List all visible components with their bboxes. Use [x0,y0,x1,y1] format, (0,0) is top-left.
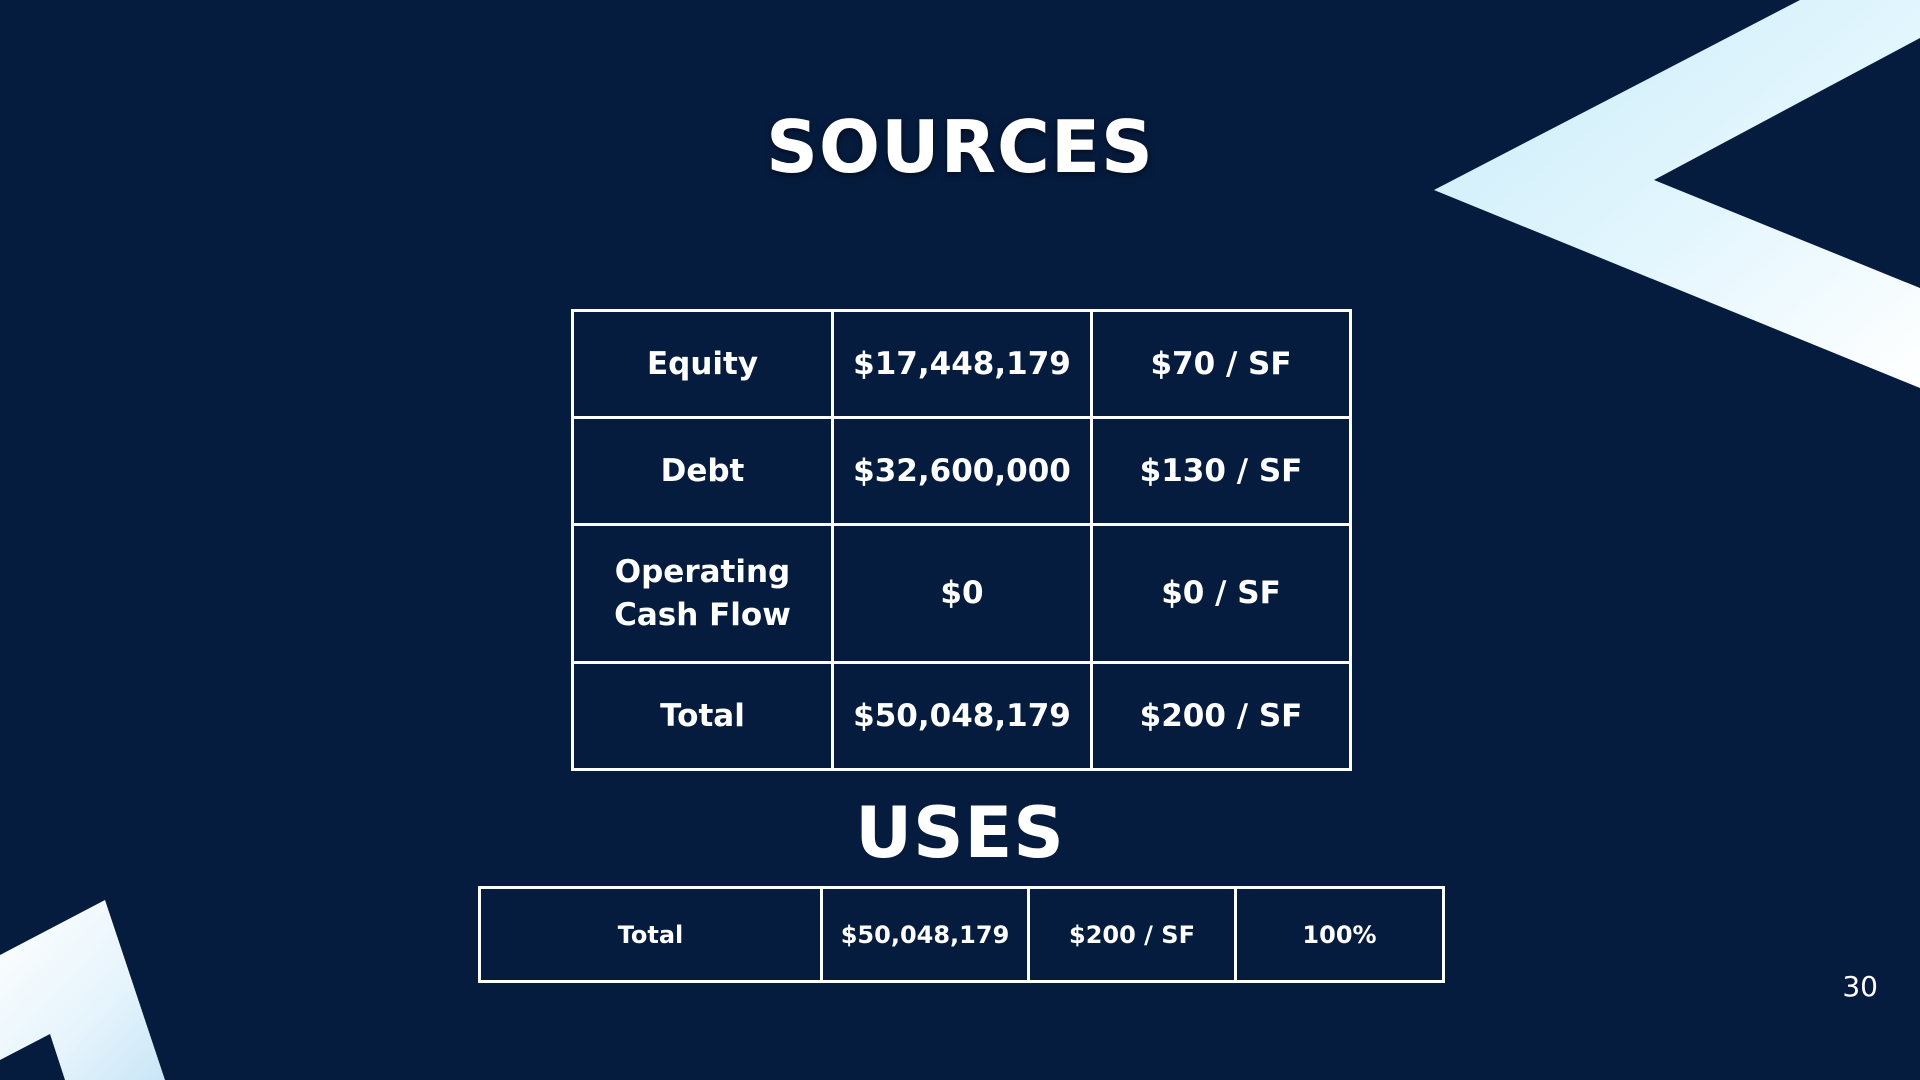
use-per-sf-cell: $200 / SF [1027,886,1237,983]
table-row: Operating Cash Flow $0 $0 / SF [571,523,1352,664]
uses-title: USES [855,792,1065,874]
bottom-left-chevron-shape [0,900,165,1080]
table-row: Debt $32,600,000 $130 / SF [571,416,1352,526]
table-row: Equity $17,448,179 $70 / SF [571,309,1352,419]
source-per-sf-cell: $0 / SF [1090,523,1352,664]
source-label-line: Operating [614,553,791,590]
sources-title: SOURCES [766,105,1154,189]
uses-table: Total $50,048,179 $200 / SF 100% [478,886,1445,983]
page-number: 30 [1842,970,1878,1003]
source-amount-cell: $50,048,179 [831,661,1093,771]
source-label-line: Cash Flow [614,596,791,633]
source-label-cell: Equity [571,309,834,419]
source-amount-cell: $32,600,000 [831,416,1093,526]
source-per-sf-cell: $70 / SF [1090,309,1352,419]
source-label-cell: Total [571,661,834,771]
source-per-sf-cell: $130 / SF [1090,416,1352,526]
table-row: Total $50,048,179 $200 / SF [571,661,1352,771]
source-label-cell: Operating Cash Flow [571,523,834,664]
use-label-cell: Total [478,886,823,983]
use-percent-cell: 100% [1234,886,1445,983]
source-label-cell: Debt [571,416,834,526]
use-amount-cell: $50,048,179 [820,886,1030,983]
source-amount-cell: $17,448,179 [831,309,1093,419]
sources-table: Equity $17,448,179 $70 / SF Debt $32,600… [571,309,1352,771]
source-amount-cell: $0 [831,523,1093,664]
top-right-chevron-shape [1434,0,1920,388]
source-per-sf-cell: $200 / SF [1090,661,1352,771]
table-row: Total $50,048,179 $200 / SF 100% [478,886,1445,983]
